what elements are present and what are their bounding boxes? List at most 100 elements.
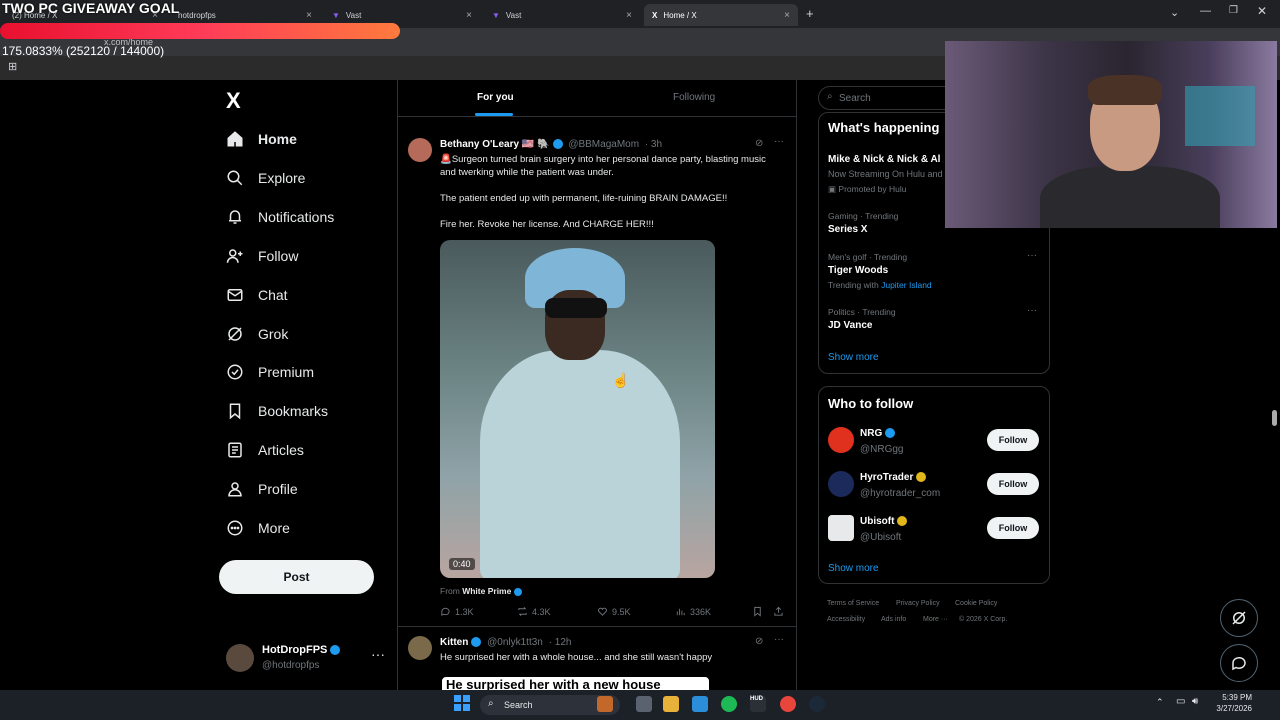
footer-link[interactable]: Cookie Policy: [955, 600, 997, 607]
steam-icon[interactable]: [809, 696, 825, 712]
windows-start-icon[interactable]: [454, 695, 470, 711]
more-dots-icon[interactable]: ···: [774, 136, 784, 147]
sidebar-item-chat[interactable]: Chat: [226, 280, 288, 310]
avatar[interactable]: [408, 636, 432, 660]
avatar[interactable]: [408, 138, 432, 162]
tweet-author-handle[interactable]: @0nlyk1tt3n: [487, 637, 543, 648]
show-more-link[interactable]: Show more: [828, 352, 879, 363]
promoted-icon: ▣: [828, 184, 839, 194]
tweet-video[interactable]: [440, 240, 715, 578]
minimize-icon[interactable]: —: [1200, 5, 1211, 17]
footer-link[interactable]: More ···: [923, 616, 948, 623]
trend-title[interactable]: Tiger Woods: [828, 265, 888, 276]
sidebar-item-premium[interactable]: Premium: [226, 357, 314, 387]
show-more-link[interactable]: Show more: [828, 563, 879, 574]
share-button[interactable]: [773, 606, 788, 617]
trend-title[interactable]: JD Vance: [828, 320, 872, 331]
follow-name-row[interactable]: Ubisoft: [860, 516, 908, 527]
new-tab-icon[interactable]: +: [806, 6, 814, 21]
tweet-author-name[interactable]: Kitten: [440, 637, 468, 648]
follow-name[interactable]: HyroTrader: [860, 472, 913, 483]
close-icon[interactable]: ×: [466, 10, 472, 21]
sidebar-item-home[interactable]: Home: [226, 124, 297, 154]
chevron-up-icon[interactable]: ⌃: [1156, 697, 1164, 708]
footer-link[interactable]: Privacy Policy: [896, 600, 940, 607]
follow-name-row[interactable]: HyroTrader: [860, 472, 927, 483]
video-source-name[interactable]: White Prime: [462, 586, 511, 596]
chrome-icon[interactable]: [780, 696, 796, 712]
tweet-time[interactable]: · 3h: [645, 139, 662, 150]
tweet-author-handle[interactable]: @BBMagaMom: [568, 139, 639, 150]
webcam-overlay: [945, 41, 1277, 228]
follow-button[interactable]: Follow: [987, 429, 1039, 451]
messages-fab-button[interactable]: [1220, 644, 1258, 682]
hud-fx-icon[interactable]: HUD: [750, 696, 766, 712]
search-icon: ⌕: [488, 698, 494, 709]
sidebar-item-explore[interactable]: Explore: [226, 163, 305, 193]
maximize-icon[interactable]: ❐: [1229, 5, 1238, 16]
avatar[interactable]: [828, 471, 854, 497]
more-dots-icon[interactable]: ···: [774, 634, 784, 645]
account-switcher[interactable]: HotDropFPS @hotdropfps ···: [226, 642, 386, 676]
more-dots-icon[interactable]: ···: [1027, 305, 1037, 316]
like-button[interactable]: 9.5K: [597, 606, 631, 617]
avatar[interactable]: [828, 427, 854, 453]
more-dots-icon[interactable]: ···: [1027, 250, 1037, 261]
sidebar-item-follow[interactable]: Follow: [226, 241, 298, 271]
taskbar-clock[interactable]: 5:39 PM 3/27/2026: [1212, 692, 1252, 714]
follow-button[interactable]: Follow: [987, 473, 1039, 495]
search-highlight-icon[interactable]: [597, 696, 613, 712]
follow-name-row[interactable]: NRG: [860, 428, 896, 439]
grok-fab-button[interactable]: [1220, 599, 1258, 637]
browser-tab[interactable]: ▼ Vast ×: [484, 4, 640, 26]
network-icon[interactable]: ▭: [1176, 696, 1185, 707]
sidebar-item-profile[interactable]: Profile: [226, 474, 298, 504]
footer-link[interactable]: Accessibility: [827, 616, 865, 623]
close-window-icon[interactable]: ✕: [1257, 4, 1267, 18]
follow-name[interactable]: NRG: [860, 428, 882, 439]
footer-link[interactable]: Ads info: [881, 616, 906, 623]
tweet-author-row[interactable]: Kitten @0nlyk1tt3n · 12h: [440, 637, 571, 648]
trend-title[interactable]: Series X: [828, 224, 867, 235]
tweet-author-name[interactable]: Bethany O'Leary 🇺🇸 🐘: [440, 139, 550, 150]
sidebar-item-articles[interactable]: Articles: [226, 435, 304, 465]
notepad-icon[interactable]: [692, 696, 708, 712]
chart-icon: [676, 608, 685, 616]
sidebar-item-grok[interactable]: Grok: [226, 319, 288, 349]
browser-tab-active[interactable]: X Home / X ×: [644, 4, 798, 26]
trend-with-link[interactable]: Jupiter Island: [881, 280, 932, 290]
x-favicon-icon: X: [652, 10, 658, 20]
follow-name[interactable]: Ubisoft: [860, 516, 894, 527]
tweet-line: The patient ended up with permanent, lif…: [440, 193, 728, 204]
sidebar-item-notifications[interactable]: Notifications: [226, 202, 334, 232]
views-button[interactable]: 336K: [675, 606, 711, 617]
tweet-author-row[interactable]: Bethany O'Leary 🇺🇸 🐘 @BBMagaMom · 3h: [440, 139, 662, 150]
close-icon[interactable]: ×: [784, 10, 790, 21]
grok-icon[interactable]: ⊘: [755, 138, 763, 149]
tab-for-you[interactable]: For you: [477, 92, 514, 103]
follow-button[interactable]: Follow: [987, 517, 1039, 539]
close-icon[interactable]: ×: [626, 10, 632, 21]
volume-icon[interactable]: 🔊︎: [1192, 696, 1198, 707]
sidebar-item-bookmarks[interactable]: Bookmarks: [226, 396, 328, 426]
repost-button[interactable]: 4.3K: [517, 606, 551, 617]
tab-search-icon[interactable]: ⌄: [1170, 6, 1179, 19]
sidebar-item-more[interactable]: More: [226, 513, 290, 543]
grok-icon[interactable]: ⊘: [755, 636, 763, 647]
bookmark-button[interactable]: [752, 606, 767, 617]
apps-grid-icon[interactable]: ⊞: [8, 60, 17, 73]
tweet-time[interactable]: · 12h: [549, 637, 572, 648]
footer-link[interactable]: Terms of Service: [827, 600, 879, 607]
scrollbar-thumb[interactable]: [1272, 410, 1277, 426]
trend-title[interactable]: Mike & Nick & Nick & Al: [828, 154, 940, 165]
file-explorer-icon[interactable]: [663, 696, 679, 712]
spotify-icon[interactable]: [721, 696, 737, 712]
close-icon[interactable]: ×: [306, 10, 312, 21]
post-button[interactable]: Post: [219, 560, 374, 594]
reply-button[interactable]: 1.3K: [440, 606, 474, 617]
task-view-icon[interactable]: [636, 696, 652, 712]
tab-following[interactable]: Following: [673, 92, 715, 103]
more-dots-icon[interactable]: ···: [371, 646, 385, 662]
x-logo[interactable]: X: [226, 88, 241, 114]
avatar[interactable]: [828, 515, 854, 541]
